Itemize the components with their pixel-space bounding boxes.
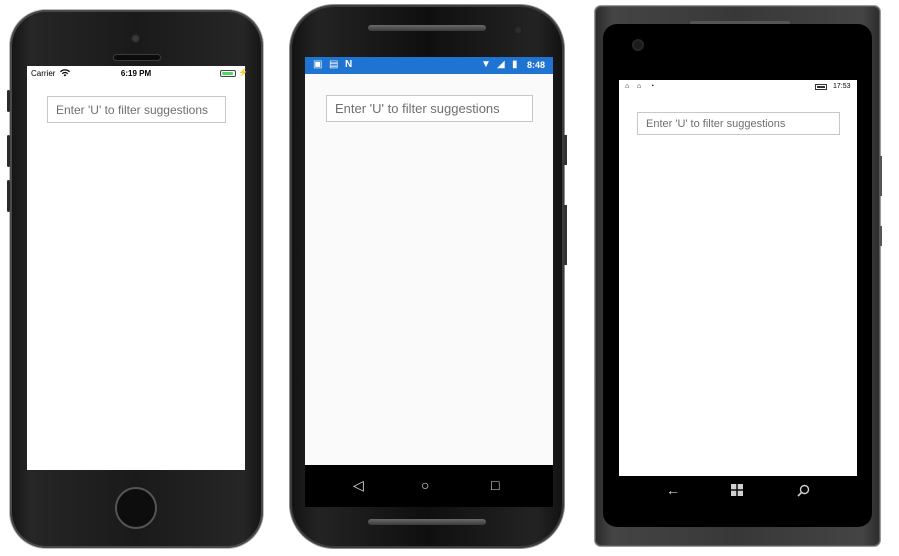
autocomplete-input[interactable] — [47, 96, 226, 123]
windows-screen: ⌂ ⌂ ◔ 17:53 — [619, 80, 857, 476]
sim-card-icon: ▣ — [313, 59, 323, 70]
signal-icon-2: ⌂ — [637, 83, 642, 90]
back-triangle-icon[interactable]: ◁ — [353, 477, 364, 493]
bottom-speaker-grille — [368, 519, 486, 525]
mute-switch — [7, 90, 10, 112]
top-speaker-grille — [368, 25, 486, 31]
charging-icon: ⚡ — [238, 68, 248, 77]
android-screen: ▣ ▤ N ▼ ◢ ▮ 8:48 — [305, 57, 553, 465]
home-circle-icon[interactable]: ○ — [421, 477, 429, 493]
earpiece-speaker — [114, 55, 160, 60]
volume-rocker — [564, 205, 567, 265]
front-camera — [632, 39, 644, 51]
ios-screen: Carrier 6:19 PM ⚡ — [27, 66, 248, 470]
volume-down-button — [7, 180, 10, 212]
data-icon: ◔ — [650, 83, 655, 90]
android-device: ▣ ▤ N ▼ ◢ ▮ 8:48 ◁ ○ □ — [290, 5, 567, 548]
front-camera — [515, 27, 521, 33]
autocomplete-input[interactable] — [326, 95, 533, 122]
signal-icon-1: ⌂ — [625, 83, 630, 90]
home-button[interactable] — [115, 487, 157, 529]
battery-icon — [220, 70, 236, 77]
ios-status-bar: Carrier 6:19 PM ⚡ — [27, 66, 248, 82]
battery-icon: ▮ — [512, 59, 518, 70]
status-time: 6:19 PM — [120, 69, 152, 78]
volume-up-button — [7, 135, 10, 167]
back-arrow-icon[interactable]: ← — [666, 482, 680, 498]
wifi-icon: ▼ — [481, 59, 491, 70]
windows-phone-device: ⌂ ⌂ ◔ 17:53 ← — [595, 6, 882, 546]
power-button — [564, 135, 567, 165]
image-icon: ▤ — [329, 59, 339, 70]
status-time: 17:53 — [833, 83, 851, 90]
windows-status-bar: ⌂ ⌂ ◔ 17:53 — [619, 80, 857, 94]
search-icon[interactable] — [797, 484, 810, 497]
iphone-device: Carrier 6:19 PM ⚡ — [7, 10, 263, 548]
android-nav-bar: ◁ ○ □ — [305, 465, 553, 507]
android-status-bar: ▣ ▤ N ▼ ◢ ▮ 8:48 — [305, 57, 553, 74]
windows-logo-icon[interactable] — [731, 484, 743, 496]
volume-button — [880, 156, 882, 196]
recents-square-icon[interactable]: □ — [491, 477, 499, 493]
status-time: 8:48 — [527, 60, 546, 70]
battery-icon — [815, 84, 827, 90]
signal-icon: ◢ — [497, 59, 505, 70]
power-button — [880, 226, 882, 246]
n-app-icon: N — [345, 59, 353, 70]
autocomplete-input[interactable] — [637, 112, 840, 135]
front-camera — [131, 34, 140, 43]
